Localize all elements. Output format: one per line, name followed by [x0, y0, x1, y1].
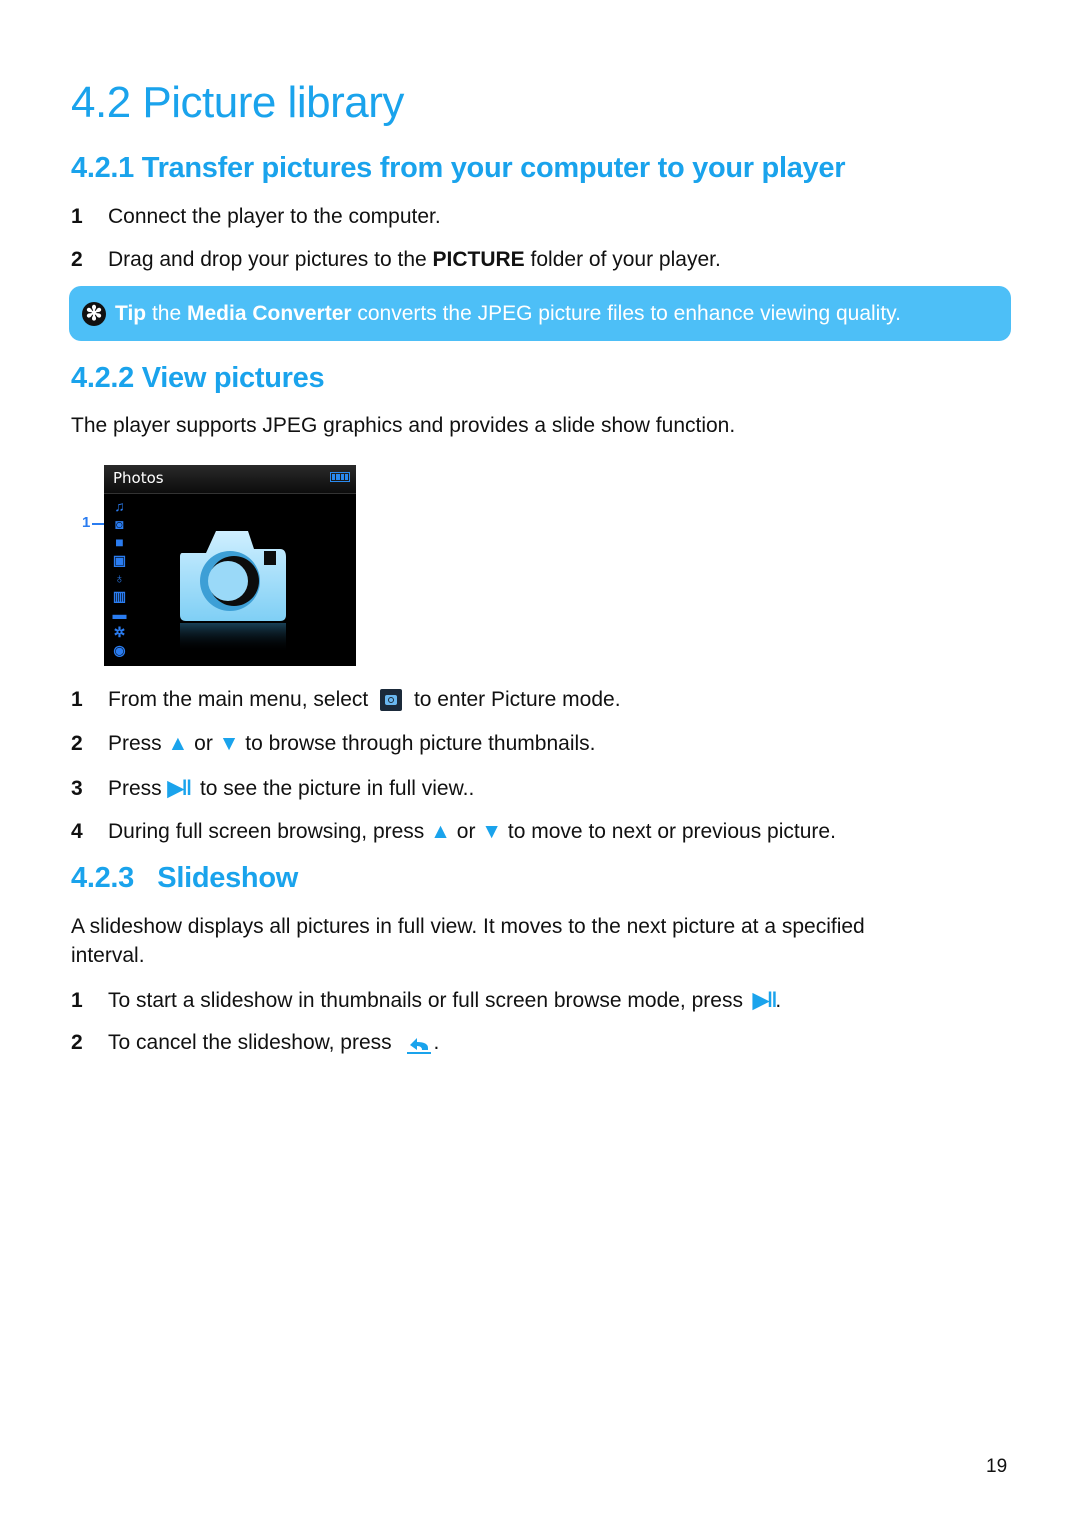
- section-title-slideshow: 4.2.3 Slideshow: [71, 862, 298, 894]
- radio-icon: ▣: [112, 552, 127, 568]
- list-item: 4 During full screen browsing, press ▲ o…: [71, 820, 836, 844]
- folder-icon: ▬: [112, 606, 127, 622]
- step-number: 4: [71, 820, 83, 843]
- step-number: 1: [71, 205, 83, 228]
- step-number: 1: [71, 688, 83, 711]
- list-item: 1 Connect the player to the computer.: [71, 205, 441, 229]
- view-intro: The player supports JPEG graphics and pr…: [71, 414, 736, 437]
- list-item: 2 To cancel the slideshow, press .: [71, 1031, 439, 1055]
- step-text: To start a slideshow in thumbnails or fu…: [108, 989, 782, 1012]
- step-text: Drag and drop your pictures to the PICTU…: [108, 248, 721, 271]
- step-text: To cancel the slideshow, press .: [108, 1031, 440, 1055]
- down-arrow-icon: ▼: [481, 820, 503, 843]
- list-item: 2 Press ▲ or ▼ to browse through picture…: [71, 732, 595, 756]
- tip-star-icon: ✻: [82, 301, 106, 326]
- step-text: From the main menu, select to enter Pict…: [108, 688, 621, 712]
- camera-illustration: [180, 531, 286, 653]
- section-title-transfer: 4.2.1 Transfer pictures from your comput…: [71, 152, 846, 184]
- step-number: 2: [71, 732, 83, 755]
- page-title: 4.2 Picture library: [71, 78, 404, 127]
- step-number: 2: [71, 1031, 83, 1055]
- camera-icon: [380, 689, 403, 712]
- step-text: During full screen browsing, press ▲ or …: [108, 820, 836, 843]
- now-playing-icon: ◉: [113, 642, 126, 658]
- callout-label: 1: [82, 514, 91, 531]
- up-arrow-icon: ▲: [430, 820, 451, 843]
- device-screen: Photos ♫ ◙ ■ ▣ ♁ ▥ ▬ ✲ ◉: [104, 465, 356, 666]
- slideshow-intro-line1: A slideshow displays all pictures in ful…: [71, 915, 865, 938]
- list-item: 1 To start a slideshow in thumbnails or …: [71, 988, 781, 1013]
- play-pause-icon: ▶ǁ: [167, 777, 193, 800]
- screen-title: Photos: [113, 469, 164, 487]
- settings-icon: ✲: [113, 624, 126, 640]
- camera-icon: ◙: [115, 516, 124, 532]
- back-icon: [406, 1038, 431, 1055]
- step-text: Connect the player to the computer.: [108, 205, 441, 228]
- step-number: 1: [71, 988, 83, 1012]
- music-icon: ♫: [114, 498, 125, 514]
- list-item: 1 From the main menu, select to enter Pi…: [71, 688, 621, 712]
- step-text: Press ▶ǁ to see the picture in full view…: [108, 777, 475, 800]
- battery-icon: [330, 472, 350, 482]
- section-title-view: 4.2.2 View pictures: [71, 362, 325, 394]
- tip-box: ✻ Tip the Media Converter converts the J…: [69, 286, 1011, 341]
- slideshow-intro-line2: interval.: [71, 944, 145, 967]
- page-number: 19: [986, 1456, 1008, 1477]
- microphone-icon: ♁: [114, 570, 125, 586]
- tip-text: Tip the Media Converter converts the JPE…: [115, 301, 901, 325]
- up-arrow-icon: ▲: [167, 732, 189, 755]
- play-pause-icon: ▶ǁ: [752, 989, 778, 1012]
- step-number: 2: [71, 248, 83, 271]
- video-icon: ■: [115, 534, 124, 550]
- step-number: 3: [71, 776, 83, 800]
- down-arrow-icon: ▼: [218, 732, 240, 755]
- list-item: 3 Press ▶ǁ to see the picture in full vi…: [71, 776, 474, 801]
- list-item: 2 Drag and drop your pictures to the PIC…: [71, 248, 721, 272]
- audiobook-icon: ▥: [112, 588, 127, 604]
- step-text: Press ▲ or ▼ to browse through picture t…: [108, 732, 596, 755]
- screen-title-bar: Photos: [104, 465, 356, 494]
